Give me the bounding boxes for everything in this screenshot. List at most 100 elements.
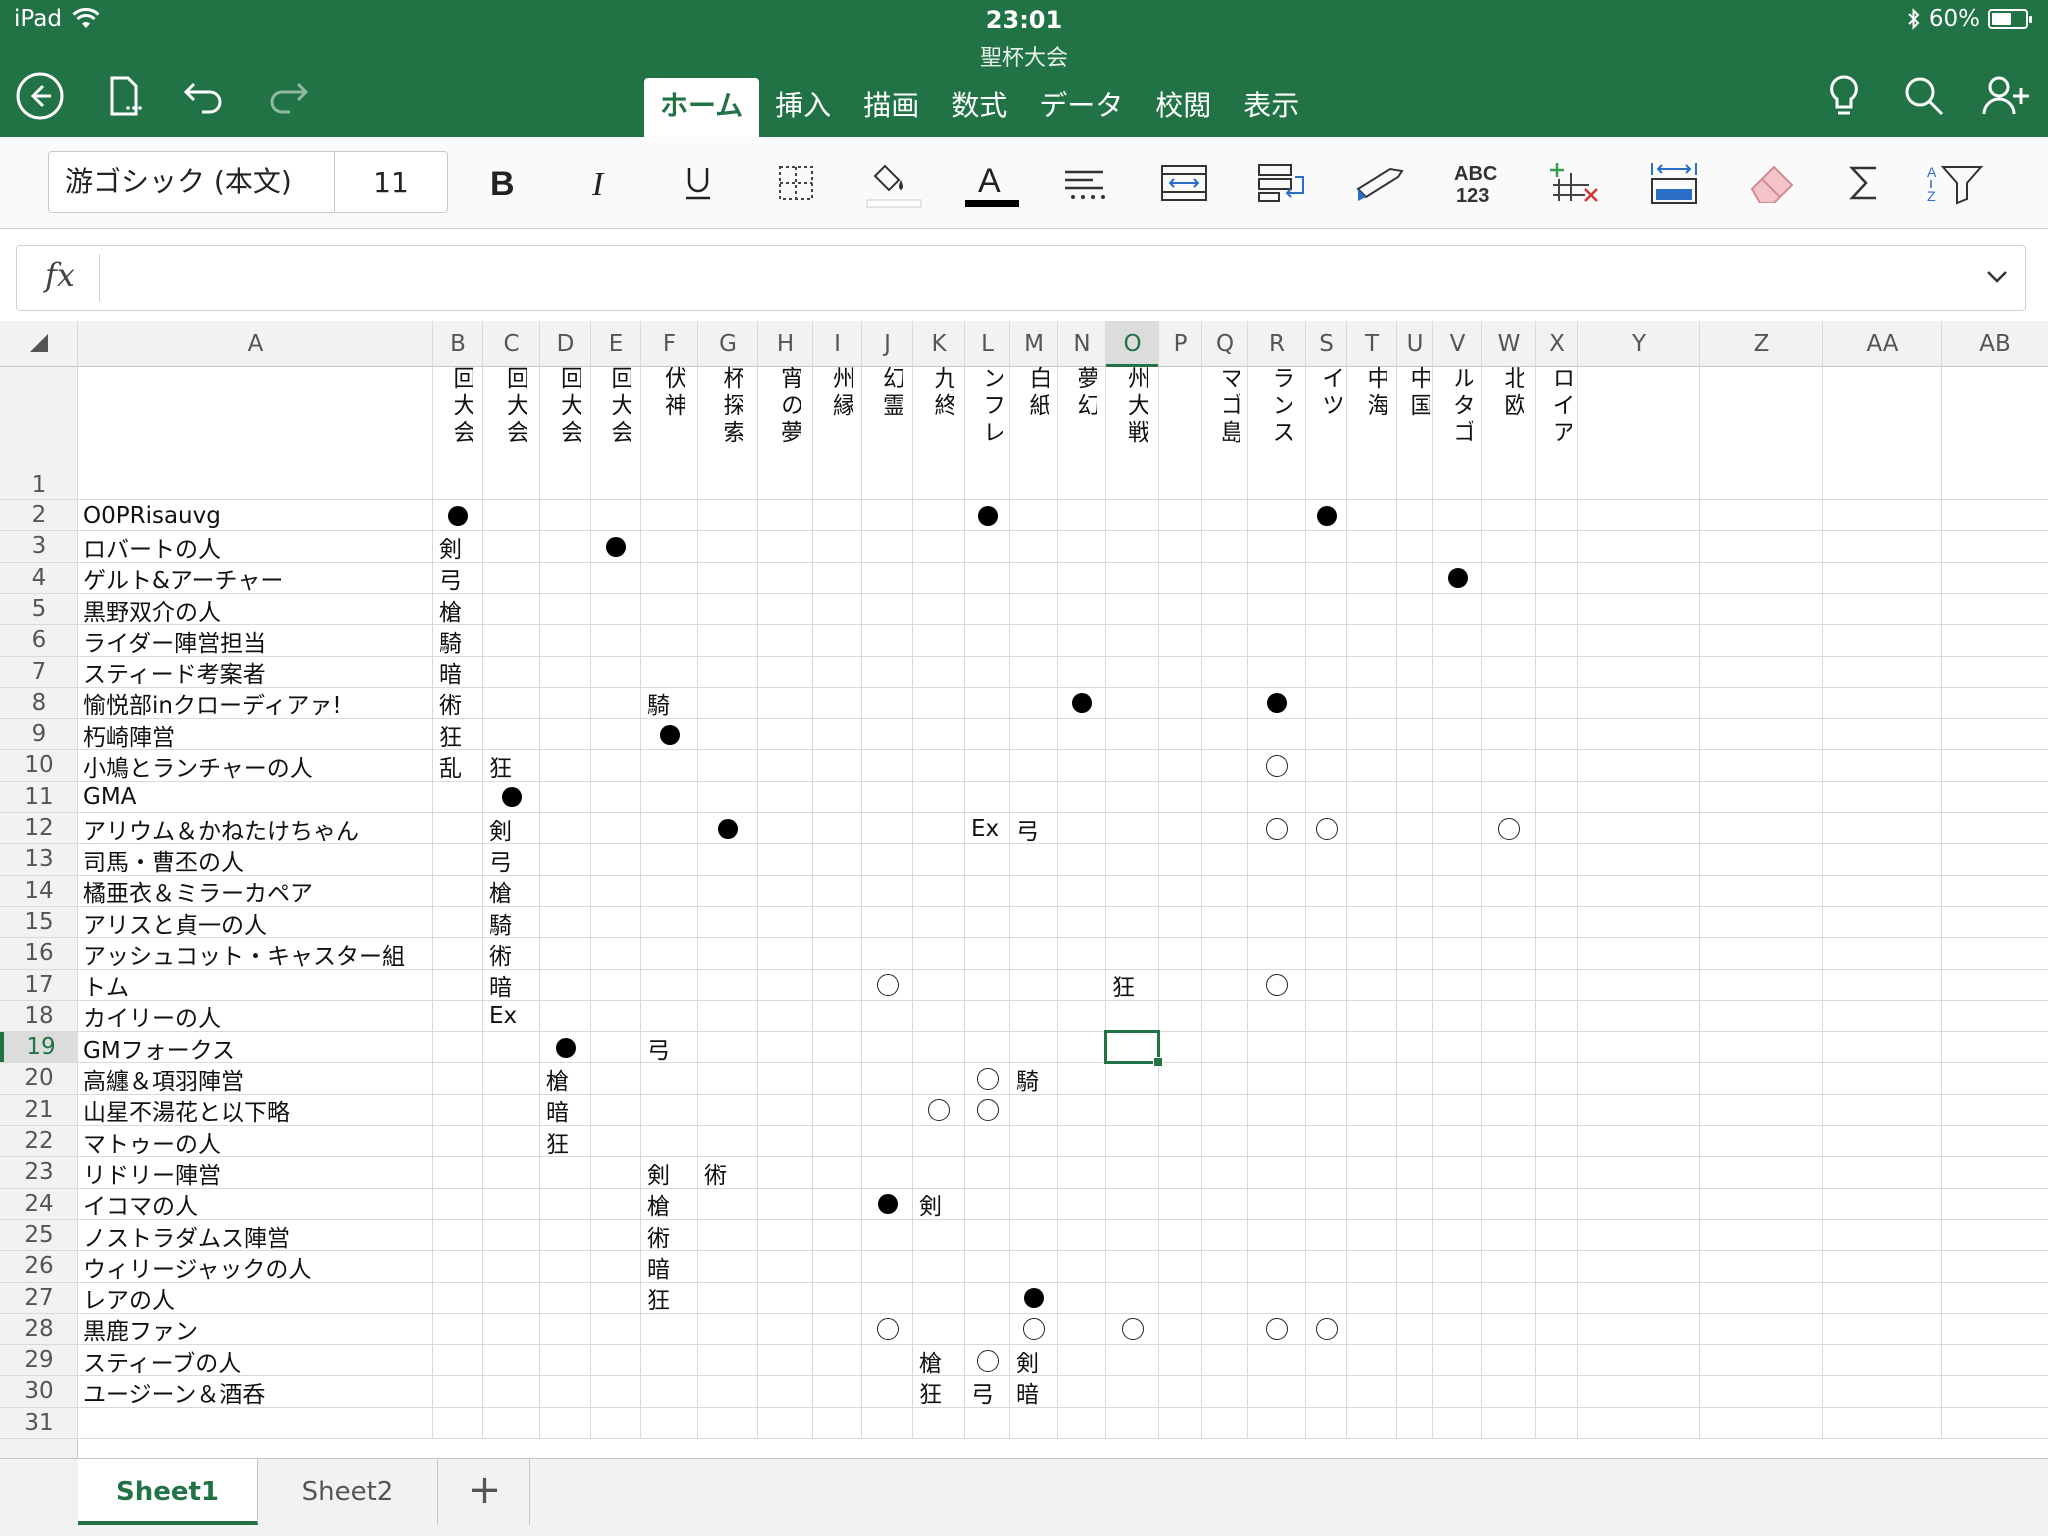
row-header-7[interactable]: 7 [0,657,78,688]
column-header-U[interactable]: U [1397,321,1433,367]
cell-C13[interactable]: 弓 [483,844,540,876]
name-cell-4[interactable]: ゲルト&アーチャー [78,563,433,594]
header-cell-U[interactable]: 中国 [1402,366,1430,476]
header-cell-S[interactable]: イツ [1314,366,1342,476]
italic-icon[interactable]: I [570,155,630,211]
name-cell-26[interactable]: ウィリージャックの人 [78,1251,433,1283]
column-header-M[interactable]: M [1010,321,1058,367]
row-header-2[interactable]: 2 [0,500,78,531]
name-cell-25[interactable]: ノストラダムス陣営 [78,1220,433,1252]
file-icon[interactable] [98,70,150,122]
row-header-30[interactable]: 30 [0,1376,78,1407]
row-header-24[interactable]: 24 [0,1189,78,1220]
tab-3[interactable]: 数式 [935,78,1023,137]
fill-color-icon[interactable] [864,155,924,211]
row-header-16[interactable]: 16 [0,938,78,969]
cell-L29[interactable] [965,1345,1010,1376]
name-cell-29[interactable]: スティーブの人 [78,1345,433,1377]
cell-F9[interactable] [641,719,698,750]
cell-S28[interactable] [1306,1314,1347,1345]
header-cell-L[interactable]: ンフレ [975,366,1003,476]
cell-V4[interactable] [1433,563,1482,594]
cell-E3[interactable] [591,531,641,562]
header-cell-H[interactable]: 宵の夢 [773,366,801,476]
cell-L12[interactable]: Ex [965,813,1010,844]
name-cell-10[interactable]: 小鳩とランチャーの人 [78,750,433,782]
name-cell-6[interactable]: ライダー陣営担当 [78,625,433,657]
cell-B8[interactable]: 術 [433,688,483,719]
header-cell-F[interactable]: 伏神 [657,366,685,476]
column-header-K[interactable]: K [913,321,965,367]
name-cell-30[interactable]: ユージーン＆酒呑 [78,1376,433,1408]
cell-R10[interactable] [1248,750,1306,781]
row-header-3[interactable]: 3 [0,531,78,562]
tab-6[interactable]: 表示 [1227,78,1315,137]
cell-C10[interactable]: 狂 [483,750,540,782]
row-header-12[interactable]: 12 [0,813,78,844]
number-format-icon[interactable]: ABC 123 [1448,155,1508,211]
column-header-E[interactable]: E [591,321,641,367]
tab-4[interactable]: データ [1023,78,1139,137]
undo-icon[interactable] [178,70,230,122]
search-icon[interactable] [1898,70,1950,122]
tab-2[interactable]: 描画 [847,78,935,137]
name-cell-24[interactable]: イコマの人 [78,1189,433,1220]
cell-M12[interactable]: 弓 [1010,813,1058,845]
cell-C17[interactable]: 暗 [483,970,540,1001]
cell-J28[interactable] [862,1314,913,1345]
selected-cell[interactable] [1104,1030,1163,1068]
font-selector[interactable]: 游ゴシック (本文) 11 [48,151,448,213]
column-header-J[interactable]: J [862,321,913,367]
name-cell-21[interactable]: 山星不湯花と以下略 [78,1095,433,1126]
column-header-V[interactable]: V [1433,321,1482,367]
header-cell-W[interactable]: 北欧 [1496,366,1524,476]
bold-icon[interactable]: B [472,155,532,211]
header-cell-Q[interactable]: マゴ島 [1212,366,1240,476]
name-cell-20[interactable]: 高纏＆項羽陣営 [78,1063,433,1095]
cell-M28[interactable] [1010,1314,1058,1345]
column-header-A[interactable]: A [78,321,433,367]
cell-C15[interactable]: 騎 [483,907,540,939]
insert-delete-icon[interactable] [1546,155,1606,211]
cell-L20[interactable] [965,1063,1010,1094]
cell-K21[interactable] [913,1095,965,1126]
row-header-10[interactable]: 10 [0,750,78,781]
cell-L30[interactable]: 弓 [965,1376,1010,1408]
cell-F23[interactable]: 剣 [641,1157,698,1189]
redo-icon[interactable] [262,70,314,122]
cell-R12[interactable] [1248,813,1306,844]
tab-0[interactable]: ホーム [644,78,760,137]
header-cell-C[interactable]: 回大会 [499,366,527,476]
cell-N8[interactable] [1058,688,1106,719]
font-color-icon[interactable]: A [962,155,1022,211]
row-header-9[interactable]: 9 [0,719,78,750]
cell-R28[interactable] [1248,1314,1306,1345]
row-header-25[interactable]: 25 [0,1220,78,1251]
name-cell-23[interactable]: リドリー陣営 [78,1157,433,1189]
tab-5[interactable]: 校閲 [1139,78,1227,137]
cell-B9[interactable]: 狂 [433,719,483,751]
cell-B6[interactable]: 騎 [433,625,483,657]
cell-K24[interactable]: 剣 [913,1189,965,1220]
column-header-R[interactable]: R [1248,321,1306,367]
header-cell-J[interactable]: 幻霊 [875,366,903,476]
name-cell-16[interactable]: アッシュコット・キャスター組 [78,938,433,970]
cell-R8[interactable] [1248,688,1306,719]
row-header-17[interactable]: 17 [0,970,78,1001]
header-cell-T[interactable]: 中海 [1359,366,1387,476]
header-cell-N[interactable]: 夢幻 [1069,366,1097,476]
column-header-H[interactable]: H [758,321,813,367]
row-header-23[interactable]: 23 [0,1157,78,1188]
name-cell-11[interactable]: GMA [78,782,433,813]
font-name[interactable]: 游ゴシック (本文) [49,152,335,212]
cell-B3[interactable]: 剣 [433,531,483,563]
name-cell-3[interactable]: ロバートの人 [78,531,433,563]
wrap-icon[interactable] [1252,155,1312,211]
cell-M29[interactable]: 剣 [1010,1345,1058,1377]
cell-S2[interactable] [1306,500,1347,531]
cell-D20[interactable]: 槍 [540,1063,591,1095]
merge-icon[interactable] [1154,155,1214,211]
cell-L2[interactable] [965,500,1010,531]
name-cell-18[interactable]: カイリーの人 [78,1001,433,1032]
align-icon[interactable] [1056,155,1116,211]
